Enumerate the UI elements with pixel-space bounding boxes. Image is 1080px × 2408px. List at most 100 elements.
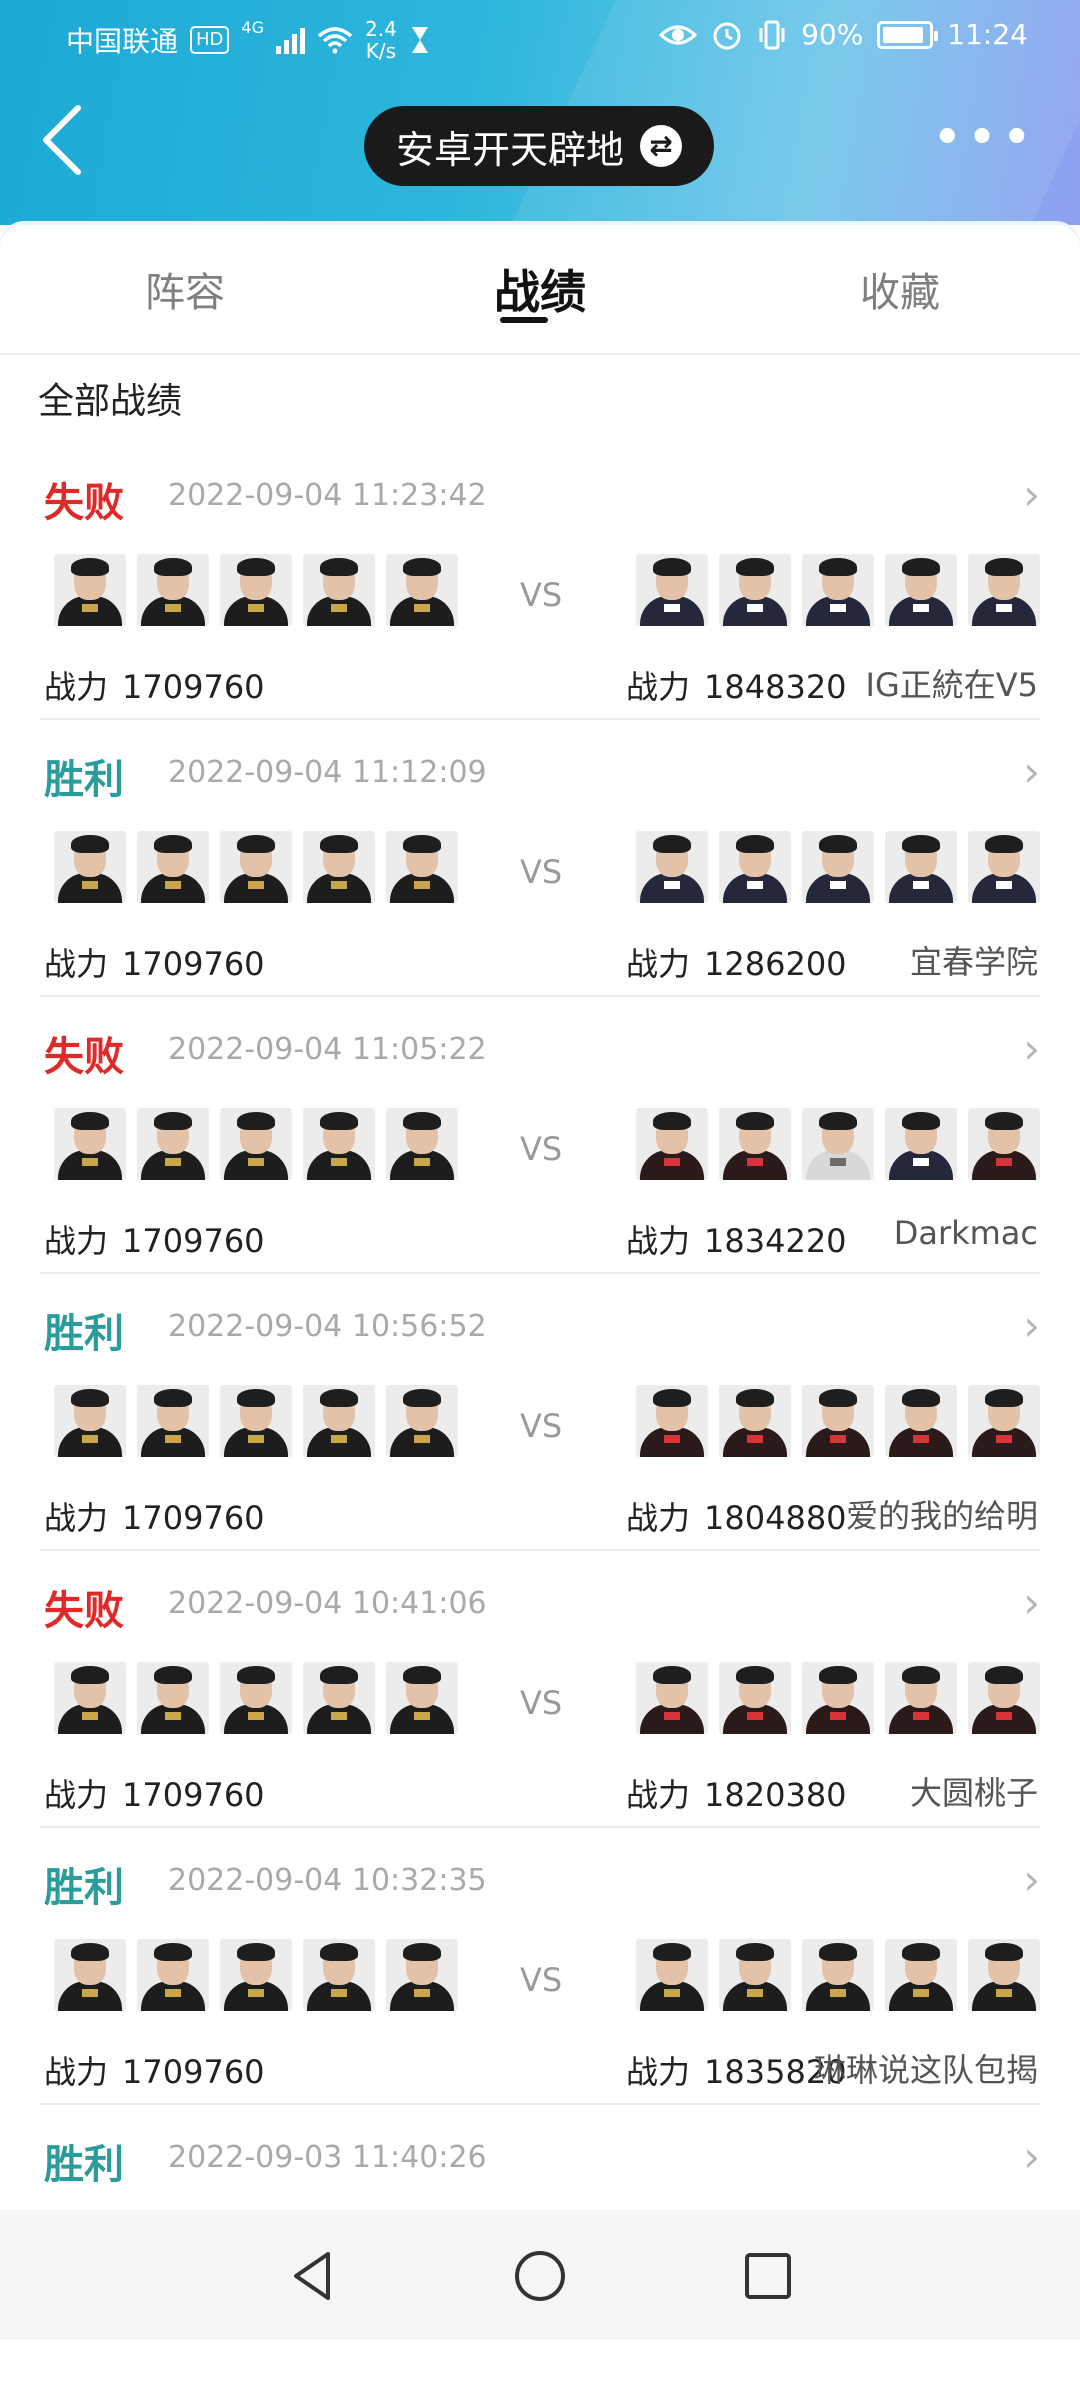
chevron-right-icon[interactable]: ›	[1023, 2132, 1040, 2181]
power-label: 战力	[626, 1222, 691, 1260]
nav-recent-button[interactable]	[738, 2246, 798, 2306]
player-avatar	[636, 1108, 708, 1180]
status-right: 90% 11:24	[659, 18, 1028, 51]
chevron-right-icon[interactable]: ›	[1023, 470, 1040, 519]
power-label: 战力	[626, 1499, 691, 1537]
player-avatar	[636, 1385, 708, 1457]
active-tab-indicator	[500, 317, 548, 323]
player-avatar	[802, 554, 874, 626]
tab-favorites[interactable]: 收藏	[775, 225, 1025, 353]
power-value: 1804880	[704, 1499, 847, 1537]
player-avatar	[220, 1662, 292, 1734]
vs-label: VS	[520, 576, 563, 614]
player-avatar	[54, 554, 126, 626]
my-team-power: 战力 1709760	[44, 2047, 265, 2093]
opponent-name: Darkmac	[893, 1214, 1038, 1252]
player-avatar	[968, 1662, 1040, 1734]
account-name: 安卓开天辟地	[395, 127, 624, 172]
player-avatar	[885, 1108, 957, 1180]
circle-home-icon	[515, 2251, 565, 2301]
app-header: 中国联通 HD 4G 2.4 K/s 90% 11:24 安卓开天辟地 ⇄ ••…	[0, 0, 1080, 225]
opponent-team-power: 战力 1848320	[626, 662, 847, 708]
match-row[interactable]: 失败 2022-09-04 10:41:06 › VS 战力 1709760 战力 18203…	[0, 1578, 1080, 1854]
section-title: 全部战绩	[38, 381, 183, 422]
tab-label: 收藏	[860, 270, 940, 316]
power-value: 1709760	[122, 668, 265, 706]
player-avatar	[220, 1939, 292, 2011]
match-row[interactable]: 胜利 2022-09-04 10:32:35 › VS 战力 1709760 战力 18358…	[0, 1855, 1080, 2131]
account-switcher[interactable]: 安卓开天辟地 ⇄	[364, 106, 714, 186]
player-avatar	[968, 1385, 1040, 1457]
nav-home-button[interactable]	[510, 2246, 570, 2306]
nav-back-button[interactable]	[284, 2246, 344, 2306]
net-speed: 2.4 K/s	[365, 18, 397, 62]
my-team-lineup	[54, 1662, 458, 1734]
tab-record[interactable]: 战绩	[415, 225, 665, 353]
back-button[interactable]	[38, 100, 98, 180]
player-avatar	[137, 1108, 209, 1180]
power-value: 1709760	[122, 2053, 265, 2091]
match-row[interactable]: 胜利 2022-09-04 11:12:09 › VS 战力 1709760 战力 12862…	[0, 747, 1080, 1023]
match-result: 胜利	[44, 1865, 124, 1911]
row-divider	[40, 2103, 1040, 2105]
carrier-label: 中国联通	[66, 25, 179, 58]
player-avatar	[54, 1939, 126, 2011]
triangle-back-icon	[294, 2252, 330, 2300]
hd-badge-icon: HD	[190, 26, 230, 54]
player-avatar	[386, 554, 458, 626]
match-time: 2022-09-04 10:56:52	[168, 1309, 487, 1344]
player-avatar	[802, 1662, 874, 1734]
tab-label: 阵容	[145, 270, 225, 316]
power-value: 1820380	[704, 1776, 847, 1814]
eye-icon	[659, 25, 698, 44]
vs-label: VS	[520, 1130, 563, 1168]
square-recent-icon	[745, 2253, 791, 2299]
system-nav-bar	[0, 2210, 1080, 2340]
player-avatar	[386, 1385, 458, 1457]
tab-lineup[interactable]: 阵容	[60, 225, 310, 353]
player-avatar	[303, 831, 375, 903]
match-row[interactable]: 失败 2022-09-04 11:05:22 › VS 战力 1709760 战力 18342…	[0, 1024, 1080, 1300]
match-row[interactable]: 失败 2022-09-04 11:23:42 › VS 战力 1709760 战力 18483…	[0, 470, 1080, 746]
row-divider	[40, 995, 1040, 997]
opponent-team-lineup	[636, 554, 1040, 626]
match-result: 失败	[44, 480, 124, 526]
opponent-team-lineup	[636, 1939, 1040, 2011]
player-avatar	[220, 1108, 292, 1180]
chevron-left-icon	[43, 105, 81, 175]
power-label: 战力	[44, 1776, 109, 1814]
power-label: 战力	[44, 2053, 109, 2091]
clock: 11:24	[947, 18, 1028, 51]
chevron-right-icon[interactable]: ›	[1023, 1578, 1040, 1627]
status-bar: 中国联通 HD 4G 2.4 K/s 90% 11:24	[0, 0, 1080, 75]
chevron-right-icon[interactable]: ›	[1023, 1301, 1040, 1350]
power-value: 1286200	[704, 945, 847, 983]
player-avatar	[303, 1939, 375, 2011]
chevron-right-icon[interactable]: ›	[1023, 1024, 1040, 1073]
power-label: 战力	[626, 2053, 691, 2091]
player-avatar	[968, 554, 1040, 626]
battery-fill	[883, 26, 924, 43]
match-result: 失败	[44, 1588, 124, 1634]
match-time: 2022-09-04 11:12:09	[168, 755, 487, 790]
player-avatar	[137, 1939, 209, 2011]
opponent-name: 大圆桃子	[909, 1774, 1038, 1812]
player-avatar	[719, 554, 791, 626]
player-avatar	[885, 1385, 957, 1457]
wifi-icon	[317, 27, 353, 54]
player-avatar	[386, 1662, 458, 1734]
match-result: 胜利	[44, 1311, 124, 1357]
chevron-right-icon[interactable]: ›	[1023, 1855, 1040, 1904]
player-avatar	[137, 554, 209, 626]
player-avatar	[636, 554, 708, 626]
opponent-name: 爱的我的给明	[845, 1497, 1038, 1535]
signal-bars-icon	[276, 26, 305, 54]
match-row[interactable]: 胜利 2022-09-04 10:56:52 › VS 战力 1709760 战力 18048…	[0, 1301, 1080, 1577]
row-divider	[40, 1549, 1040, 1551]
player-avatar	[885, 1662, 957, 1734]
power-value: 1834220	[704, 1222, 847, 1260]
match-time: 2022-09-04 10:32:35	[168, 1863, 487, 1898]
match-time: 2022-09-04 11:05:22	[168, 1032, 487, 1067]
more-button[interactable]: •••	[932, 112, 1036, 164]
chevron-right-icon[interactable]: ›	[1023, 747, 1040, 796]
